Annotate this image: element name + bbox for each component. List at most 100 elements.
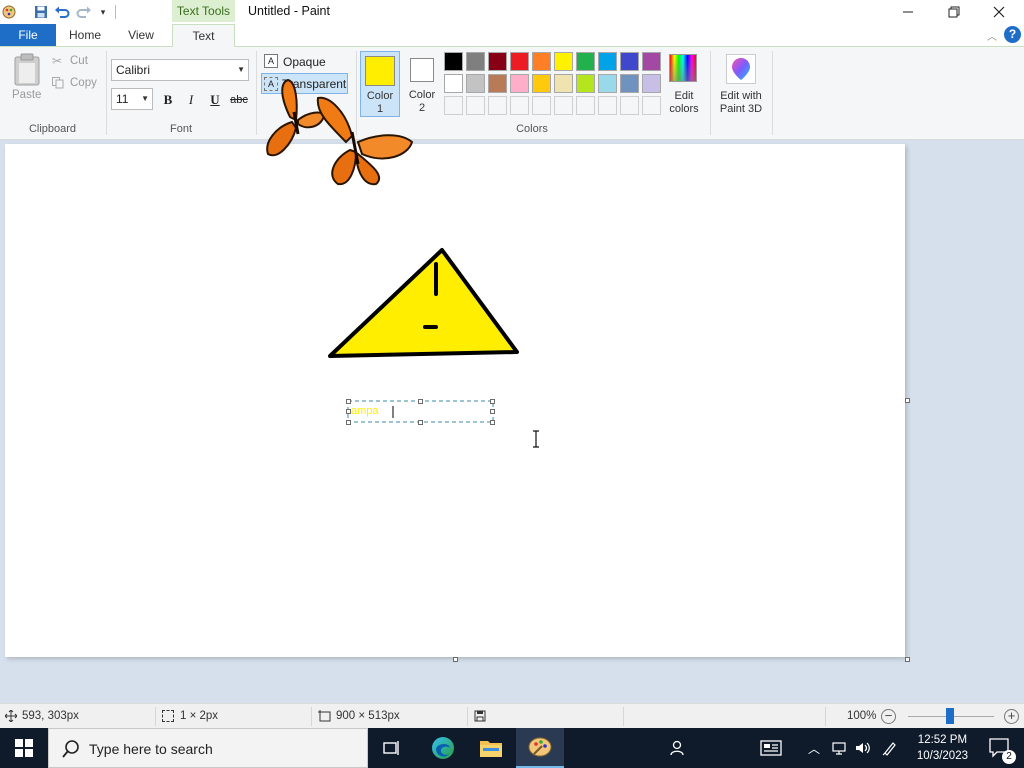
chevron-down-icon: ▼ [141, 94, 149, 103]
palette-custom-slot[interactable] [466, 96, 485, 115]
opaque-button[interactable]: Opaque [283, 55, 326, 69]
customize-toolbar-icon[interactable]: ▾ [94, 3, 112, 21]
palette-color-swatch[interactable] [642, 52, 661, 71]
chevron-down-icon: ▼ [237, 65, 245, 74]
textbox-handle[interactable] [346, 399, 351, 404]
palette-color-swatch[interactable] [598, 52, 617, 71]
palette-color-swatch[interactable] [598, 74, 617, 93]
zoom-slider-thumb[interactable] [946, 708, 954, 724]
canvas-resize-handle-right[interactable] [905, 398, 910, 403]
palette-custom-slot[interactable] [532, 96, 551, 115]
underline-button[interactable]: U [205, 90, 225, 110]
palette-color-swatch[interactable] [444, 74, 463, 93]
palette-color-swatch[interactable] [510, 74, 529, 93]
network-icon[interactable] [826, 728, 852, 768]
edit-colors-label-2: colors [669, 103, 699, 115]
drawing-canvas[interactable]: ampa [5, 144, 905, 657]
tab-view[interactable]: View [116, 24, 166, 46]
palette-custom-slot[interactable] [576, 96, 595, 115]
tab-home[interactable]: Home [60, 24, 110, 46]
textbox-text[interactable]: ampa [351, 405, 379, 417]
palette-color-swatch[interactable] [576, 52, 595, 71]
palette-custom-slot[interactable] [598, 96, 617, 115]
ribbon: Paste ✂ Cut Copy Clipboard Calibri ▼ 11 … [0, 47, 1024, 140]
font-family-value: Calibri [116, 63, 151, 77]
canvas-resize-handle-corner[interactable] [905, 657, 910, 662]
redo-icon[interactable] [75, 3, 93, 21]
edit-colors-icon [669, 54, 697, 82]
bold-button[interactable]: B [158, 90, 178, 110]
news-and-interests-icon[interactable] [747, 728, 795, 768]
italic-button[interactable]: I [181, 90, 201, 110]
tab-text[interactable]: Text [172, 24, 235, 48]
close-button[interactable] [976, 0, 1022, 24]
palette-custom-slot[interactable] [642, 96, 661, 115]
textbox-handle[interactable] [346, 420, 351, 425]
palette-color-swatch[interactable] [510, 52, 529, 71]
paint-taskbar-icon[interactable] [516, 728, 564, 768]
palette-custom-slot[interactable] [510, 96, 529, 115]
palette-color-swatch[interactable] [642, 74, 661, 93]
palette-custom-slot[interactable] [444, 96, 463, 115]
paste-icon[interactable] [12, 53, 42, 87]
search-icon [61, 739, 81, 759]
zoom-in-button[interactable]: + [1004, 709, 1019, 724]
start-button[interactable] [0, 728, 48, 768]
window-title: Untitled - Paint [248, 4, 330, 18]
paste-label[interactable]: Paste [12, 89, 41, 101]
textbox-handle[interactable] [346, 409, 351, 414]
paint-window: ▾ Text Tools Untitled - Paint File Home … [0, 0, 1024, 768]
pen-workspace-icon[interactable] [876, 728, 904, 768]
textbox-handle[interactable] [418, 420, 423, 425]
font-family-select[interactable]: Calibri ▼ [111, 59, 249, 81]
textbox-handle[interactable] [418, 399, 423, 404]
show-hidden-icons-icon[interactable]: ︿ [800, 728, 828, 768]
palette-custom-slot[interactable] [488, 96, 507, 115]
volume-icon[interactable] [850, 728, 876, 768]
textbox-handle[interactable] [490, 399, 495, 404]
palette-color-swatch[interactable] [444, 52, 463, 71]
file-explorer-icon[interactable] [467, 728, 515, 768]
help-icon[interactable]: ? [1004, 26, 1021, 43]
palette-custom-slot[interactable] [554, 96, 573, 115]
textbox-handle[interactable] [490, 420, 495, 425]
undo-icon[interactable] [53, 3, 71, 21]
palette-color-swatch[interactable] [554, 74, 573, 93]
cut-button[interactable]: Cut [70, 55, 88, 67]
task-view-icon[interactable] [368, 728, 416, 768]
restore-button[interactable] [931, 0, 977, 24]
palette-color-swatch[interactable] [554, 52, 573, 71]
paint-app-icon[interactable] [0, 3, 18, 21]
palette-color-swatch[interactable] [532, 74, 551, 93]
paint3d-label-2: Paint 3D [719, 103, 763, 115]
minimize-button[interactable] [885, 0, 931, 24]
palette-color-swatch[interactable] [488, 52, 507, 71]
canvas-drawing [328, 248, 519, 423]
taskbar-search-box[interactable]: Type here to search [48, 728, 368, 768]
canvas-resize-handle-bottom[interactable] [453, 657, 458, 662]
strikethrough-button[interactable]: abc [228, 90, 250, 110]
action-center-icon[interactable]: 2 [976, 728, 1024, 768]
palette-color-swatch[interactable] [488, 74, 507, 93]
textbox-handle[interactable] [490, 409, 495, 414]
edge-browser-icon[interactable] [419, 728, 467, 768]
edit-colors-button[interactable]: Edit colors [664, 90, 704, 116]
clipboard-group-label: Clipboard [28, 123, 77, 135]
zoom-level: 100% [847, 710, 877, 722]
system-clock[interactable]: 12:52 PM 10/3/2023 [917, 732, 968, 764]
palette-color-swatch[interactable] [620, 74, 639, 93]
palette-color-swatch[interactable] [532, 52, 551, 71]
tab-file[interactable]: File [0, 24, 56, 46]
font-size-select[interactable]: 11 ▼ [111, 88, 153, 110]
edit-with-paint3d-button[interactable]: Edit with Paint 3D [714, 90, 768, 116]
palette-color-swatch[interactable] [466, 52, 485, 71]
palette-color-swatch[interactable] [620, 52, 639, 71]
palette-custom-slot[interactable] [620, 96, 639, 115]
copy-button[interactable]: Copy [70, 77, 97, 89]
palette-color-swatch[interactable] [466, 74, 485, 93]
people-icon[interactable] [652, 728, 700, 768]
zoom-out-button[interactable]: − [881, 709, 896, 724]
palette-color-swatch[interactable] [576, 74, 595, 93]
save-icon[interactable] [32, 3, 50, 21]
collapse-ribbon-icon[interactable]: ︿ [987, 28, 997, 43]
